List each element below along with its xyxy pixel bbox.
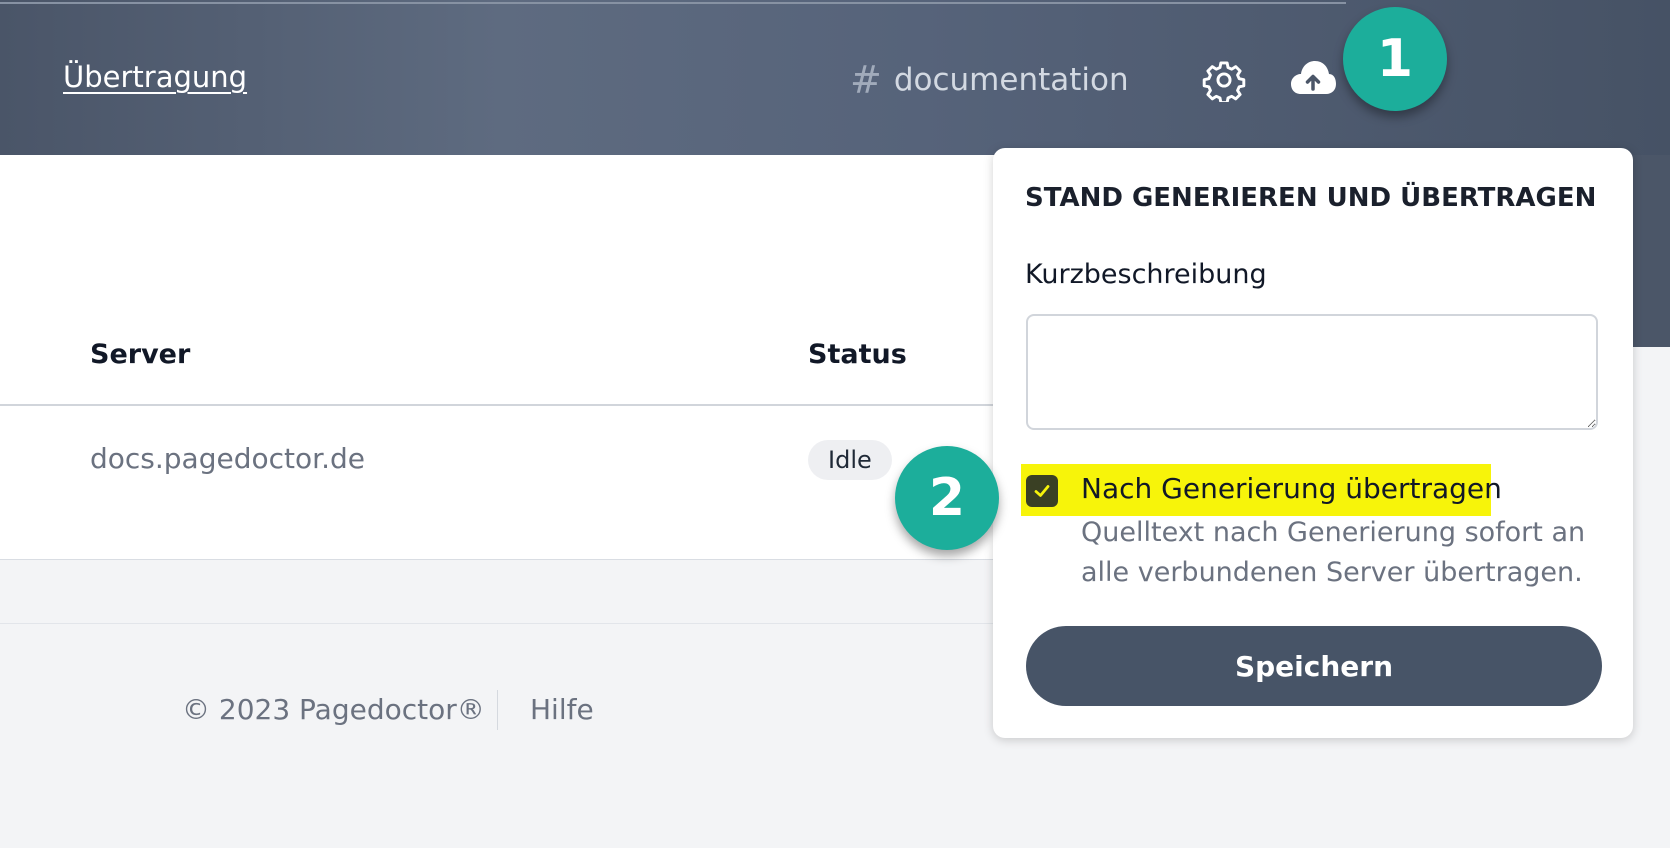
status-badge: Idle	[808, 440, 892, 480]
footer-divider	[0, 623, 1000, 624]
server-table-card: Server Status docs.pagedoctor.de Idle	[0, 155, 1046, 560]
table-cell-server: docs.pagedoctor.de	[90, 442, 365, 475]
help-link[interactable]: Hilfe	[530, 693, 594, 726]
checkbox-description: Quelltext nach Generierung sofort an all…	[1081, 517, 1586, 588]
nav-link-uebertragung[interactable]: Übertragung	[63, 60, 247, 94]
description-label: Kurzbeschreibung	[1025, 259, 1267, 290]
project-name: documentation	[893, 62, 1129, 98]
gear-icon[interactable]	[1202, 58, 1246, 105]
column-header-server: Server	[90, 339, 191, 370]
cloud-upload-icon[interactable]	[1289, 56, 1337, 100]
callout-1: 1	[1343, 7, 1447, 111]
top-divider	[0, 2, 1346, 4]
footer-separator	[497, 690, 498, 730]
popover-title: STAND GENERIEREN UND ÜBERTRAGEN	[1025, 183, 1597, 213]
table-divider	[0, 404, 1046, 406]
checkmark-icon	[1034, 485, 1050, 497]
footer-copyright: © 2023 Pagedoctor®	[182, 693, 485, 726]
column-header-status: Status	[808, 339, 907, 370]
hash-icon: #	[850, 58, 882, 102]
save-button[interactable]: Speichern	[1026, 626, 1602, 706]
project-selector[interactable]: # documentation	[850, 58, 1129, 102]
transfer-after-generation-checkbox[interactable]	[1026, 475, 1058, 507]
generate-transfer-popover: STAND GENERIEREN UND ÜBERTRAGEN Kurzbesc…	[993, 148, 1633, 738]
description-textarea[interactable]	[1026, 314, 1598, 430]
checkbox-label[interactable]: Nach Generierung übertragen	[1081, 472, 1502, 505]
callout-2: 2	[895, 446, 999, 550]
